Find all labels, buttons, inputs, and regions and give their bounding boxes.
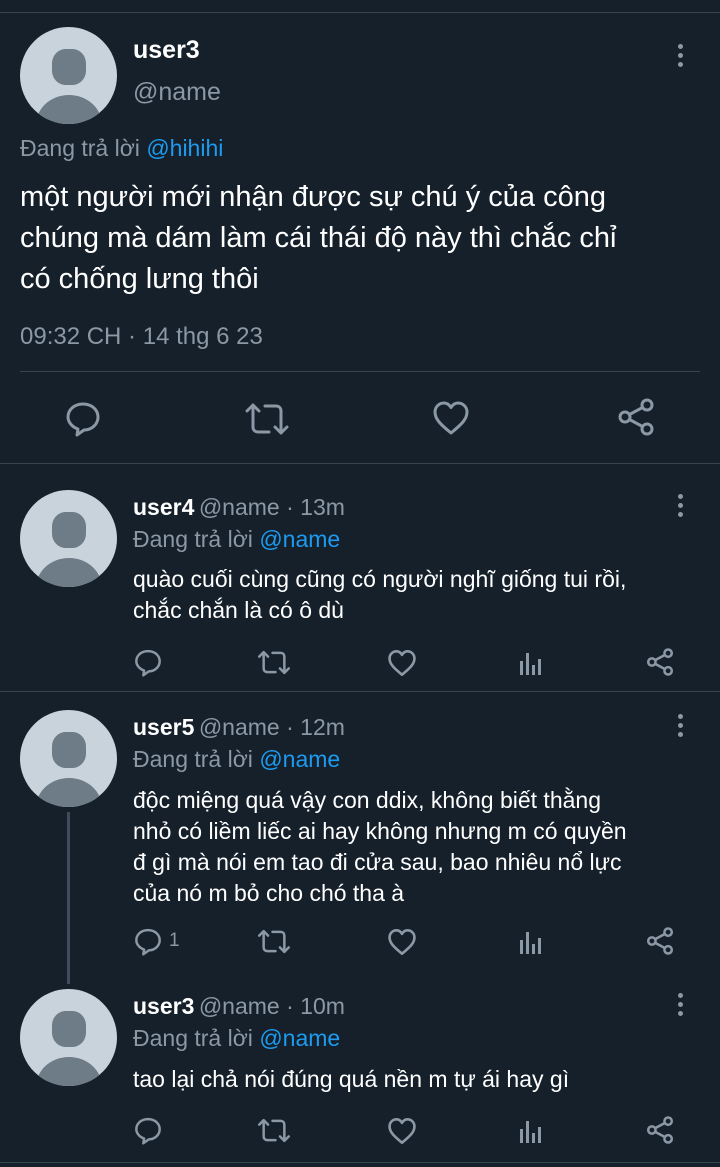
like-icon[interactable] xyxy=(387,649,417,677)
replying-mention[interactable]: @hihihi xyxy=(146,135,223,161)
reply-text: tao lại chả nói đúng quá nền m tự ái hay… xyxy=(133,1064,718,1095)
replying-mention[interactable]: @name xyxy=(259,526,340,552)
separator: · xyxy=(279,993,301,1019)
replying-to: Đang trả lời @name xyxy=(133,746,340,773)
reply-count: 1 xyxy=(169,930,180,951)
analytics-icon[interactable] xyxy=(518,930,544,954)
share-icon[interactable] xyxy=(646,647,674,677)
more-icon[interactable] xyxy=(675,714,685,742)
handle[interactable]: @name xyxy=(133,78,221,107)
more-icon[interactable] xyxy=(675,993,685,1021)
divider xyxy=(0,463,720,464)
display-name[interactable]: user3 xyxy=(133,36,200,65)
top-border xyxy=(0,0,720,13)
reply-text-line: của nó m bỏ cho chó tha à xyxy=(133,880,405,906)
replying-prefix: Đang trả lời xyxy=(20,135,140,161)
replying-to: Đang trả lời @name xyxy=(133,1025,340,1052)
reply-text-line: tao lại chả nói đúng quá nền m tự ái hay… xyxy=(133,1066,570,1092)
retweet-icon[interactable] xyxy=(257,928,291,955)
handle[interactable]: @name xyxy=(199,993,280,1019)
replying-to: Đang trả lời @name xyxy=(133,526,340,553)
avatar[interactable] xyxy=(20,490,117,587)
display-name[interactable]: user5 xyxy=(133,714,194,740)
retweet-icon[interactable] xyxy=(257,1117,291,1144)
reply-icon[interactable] xyxy=(134,927,162,956)
thread-line xyxy=(67,812,70,984)
divider xyxy=(20,371,700,372)
handle[interactable]: @name xyxy=(199,714,280,740)
reply-icon[interactable] xyxy=(134,648,162,677)
avatar[interactable] xyxy=(20,27,117,124)
reply-header: user4 @name · 13m xyxy=(133,494,345,521)
reply-text: độc miệng quá vậy con ddix, không biết t… xyxy=(133,785,718,909)
relative-time[interactable]: 10m xyxy=(300,993,345,1019)
analytics-icon[interactable] xyxy=(518,651,544,675)
tweet-text-line: chúng mà dám làm cái thái độ này thì chắ… xyxy=(20,222,617,254)
separator: · xyxy=(279,494,301,520)
reply-icon[interactable] xyxy=(134,1116,162,1145)
retweet-icon[interactable] xyxy=(257,649,291,676)
tweet-text: một người mới nhận được sự chú ý của côn… xyxy=(20,177,710,300)
reply-text-line: chắc chắn là có ô dù xyxy=(133,597,344,623)
reply-text-line: đ gì mà nói em tao đi cửa sau, bao nhiêu… xyxy=(133,849,622,875)
replying-prefix: Đang trả lời xyxy=(133,526,253,552)
share-icon[interactable] xyxy=(617,398,655,436)
handle[interactable]: @name xyxy=(199,494,280,520)
like-icon[interactable] xyxy=(387,1117,417,1145)
replying-mention[interactable]: @name xyxy=(259,746,340,772)
divider xyxy=(0,691,720,692)
share-icon[interactable] xyxy=(646,926,674,956)
reply-text-line: quào cuối cùng cũng có người nghĩ giống … xyxy=(133,566,627,592)
display-name[interactable]: user3 xyxy=(133,993,194,1019)
avatar[interactable] xyxy=(20,710,117,807)
analytics-icon[interactable] xyxy=(518,1119,544,1143)
reply-header: user3 @name · 10m xyxy=(133,993,345,1020)
reply-text-line: nhỏ có liềm liếc ai hay không nhưng m có… xyxy=(133,818,627,844)
like-icon[interactable] xyxy=(432,400,470,436)
tweet-text-line: một người mới nhận được sự chú ý của côn… xyxy=(20,181,606,213)
divider xyxy=(0,1162,720,1163)
share-icon[interactable] xyxy=(646,1115,674,1145)
reply-text-line: độc miệng quá vậy con ddix, không biết t… xyxy=(133,787,601,813)
relative-time[interactable]: 12m xyxy=(300,714,345,740)
replying-prefix: Đang trả lời xyxy=(133,1025,253,1051)
reply-text: quào cuối cùng cũng có người nghĩ giống … xyxy=(133,564,713,626)
relative-time[interactable]: 13m xyxy=(300,494,345,520)
retweet-icon[interactable] xyxy=(244,401,290,437)
replying-prefix: Đang trả lời xyxy=(133,746,253,772)
tweet-text-line: có chống lưng thôi xyxy=(20,263,259,295)
timestamp[interactable]: 09:32 CH · 14 thg 6 23 xyxy=(20,323,263,351)
separator: · xyxy=(279,714,301,740)
display-name[interactable]: user4 xyxy=(133,494,194,520)
replying-to: Đang trả lời @hihihi xyxy=(20,135,223,162)
avatar[interactable] xyxy=(20,989,117,1086)
replying-mention[interactable]: @name xyxy=(259,1025,340,1051)
reply-header: user5 @name · 12m xyxy=(133,714,345,741)
more-icon[interactable] xyxy=(675,494,685,522)
like-icon[interactable] xyxy=(387,928,417,956)
more-icon[interactable] xyxy=(675,44,685,72)
reply-icon[interactable] xyxy=(65,400,101,437)
